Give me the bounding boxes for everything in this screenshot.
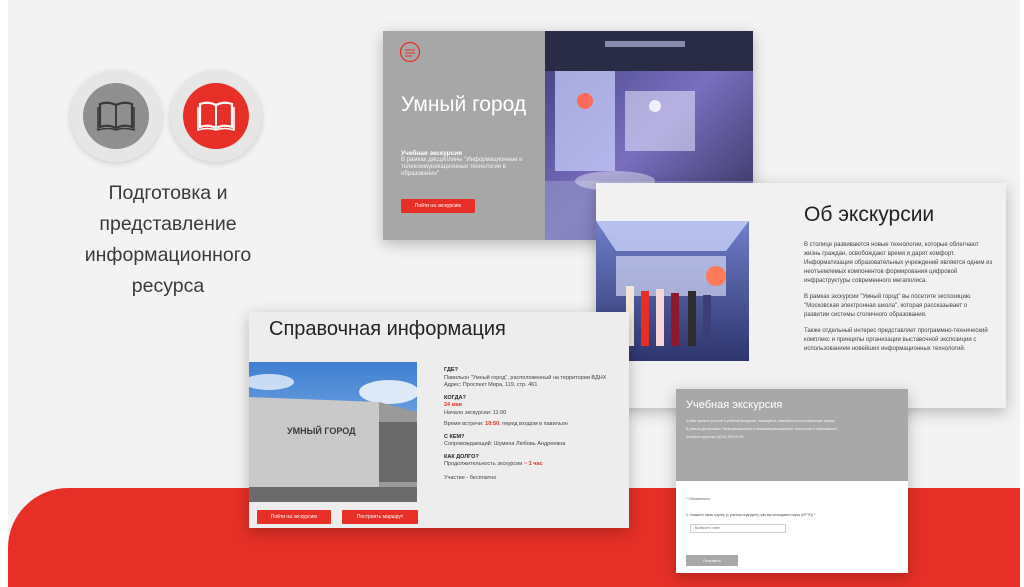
duration-question: КАК ДОЛГО? (444, 453, 479, 460)
form-header: Учебная экскурсия Чтобы принять участие … (676, 389, 908, 481)
card-label: Учебная экскурсия (401, 150, 463, 157)
go-excursion-button[interactable]: Пойти на экскурсию (401, 199, 475, 213)
about-title: Об экскурсии (804, 203, 935, 226)
book-icon (97, 101, 135, 132)
reference-info: ГДЕ? Павильон "Умный город", расположенн… (444, 362, 624, 482)
form-intro-line: Чтобы принять участие в учебной экскурси… (686, 419, 836, 423)
about-card: Об экскурсии В столице развиваются новые… (596, 183, 1006, 408)
duration-line: Продолжительность экскурсии ~ 1 час (444, 461, 624, 469)
go-excursion-button[interactable]: Пойти на экскурсию (257, 510, 331, 524)
form-intro: Чтобы принять участие в учебной экскурси… (686, 419, 901, 440)
address: Адрес: Проспект Мира, 119, стр. 461 (444, 382, 538, 388)
book-icon-circle (70, 70, 162, 162)
where-answer: Павильон "Умный город", расположенный на… (444, 374, 607, 381)
group-question: 1. Укажите свою группу (с учетом подгруп… (686, 513, 816, 517)
meet-suffix: , перед входом в павильон (499, 421, 568, 427)
card-description: В рамках дисциплины "Информационные и те… (401, 157, 523, 177)
group-select[interactable]: Выберите ответ (690, 524, 786, 533)
duration-value: ~ 1 час (523, 461, 543, 467)
about-paragraph: В столице развиваются новые технологии, … (804, 242, 993, 284)
book-open-icon-circle (170, 70, 262, 162)
about-paragraph: Также отдельный интерес представляет про… (804, 328, 988, 352)
reference-card: Справочная информация УМНЫЙ ГОРОД Пойти … (249, 312, 629, 528)
meet-time-line: Время встречи: 10:50, перед входом в пав… (444, 421, 624, 429)
meet-time: 10:50 (485, 421, 500, 427)
pavilion-photo: УМНЫЙ ГОРОД (249, 362, 417, 502)
meet-prefix: Время встречи: (444, 421, 484, 427)
start-time: Начало экскурсии: 11:00 (444, 409, 507, 416)
registration-form-card: Учебная экскурсия Чтобы принять участие … (676, 389, 908, 573)
duration-prefix: Продолжительность экскурсии (444, 461, 523, 467)
form-title: Учебная экскурсия (686, 399, 783, 411)
about-text: В столице развиваются новые технологии, … (804, 241, 994, 361)
card-title: Умный город (401, 93, 527, 116)
form-intro-line: В рамках дисциплины "Информационные и те… (686, 427, 839, 431)
with-answer: Сопровождающий: Шумина Любовь Андреевна (444, 441, 566, 447)
required-note: * Обязательно (686, 497, 711, 501)
logo-icon (399, 41, 421, 63)
about-paragraph: В рамках экскурсии "Умный город" вы посе… (804, 294, 971, 318)
reference-title: Справочная информация (269, 318, 506, 340)
submit-button[interactable]: Отправить (686, 555, 738, 566)
when-date: 24 мая (444, 402, 462, 408)
with-question: С КЕМ? (444, 433, 465, 440)
card-subtitle: Учебная экскурсия В рамках дисциплины "И… (401, 150, 541, 178)
price: Участие - бесплатно (444, 474, 497, 481)
where-question: ГДЕ? (444, 367, 458, 373)
building-sign: УМНЫЙ ГОРОД (287, 425, 356, 436)
form-intro-line: Контакты куратора: 8(911) 000-00-00 (686, 435, 744, 439)
build-route-button[interactable]: Построить маршрут (342, 510, 418, 524)
when-question: КОГДА? (444, 394, 466, 401)
book-open-icon (197, 101, 235, 132)
section-title: Подготовка и представление информационно… (84, 182, 252, 297)
